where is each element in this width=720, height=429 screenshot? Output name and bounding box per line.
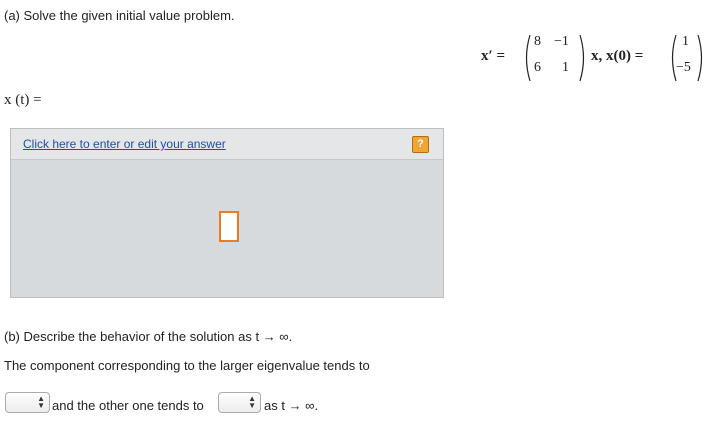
part-a-label: (a) Solve the given initial value proble… (4, 8, 235, 23)
matrix-a21: 6 (534, 60, 541, 75)
updown-arrow-icon: ▲ ▼ (248, 394, 256, 410)
answer-panel[interactable]: Click here to enter or edit your answer … (10, 128, 444, 298)
part-b-middle-text: and the other one tends to (52, 398, 204, 413)
initial-vector-2: −5 (676, 60, 691, 75)
other-component-limit-select[interactable]: ▲ ▼ (218, 392, 261, 413)
question-mark-icon[interactable]: ? (412, 136, 429, 153)
part-b-label: (b) Describe the behavior of the solutio… (4, 329, 293, 344)
part-b-end-text: as t → ∞. (264, 398, 319, 413)
matrix-a22: 1 (562, 60, 569, 75)
initial-vector-1: 1 (682, 34, 689, 49)
answer-panel-header: Click here to enter or edit your answer … (11, 129, 443, 160)
edit-answer-link[interactable]: Click here to enter or edit your answer (23, 137, 226, 151)
equation-after-matrix: x, x(0) = (591, 48, 644, 64)
left-paren-icon (525, 34, 531, 82)
part-b-sentence: The component corresponding to the large… (4, 358, 370, 373)
right-paren-icon (579, 34, 585, 82)
matrix-a11: 8 (534, 34, 541, 49)
right-paren-icon (697, 34, 703, 82)
answer-prefix: x (t) = (4, 92, 42, 108)
matrix-a12: −1 (554, 34, 569, 49)
answer-input-placeholder[interactable] (219, 211, 239, 242)
updown-arrow-icon: ▲ ▼ (37, 394, 45, 410)
equation-lhs: x′ = (481, 48, 506, 64)
larger-eigenvalue-limit-select[interactable]: ▲ ▼ (5, 392, 50, 413)
